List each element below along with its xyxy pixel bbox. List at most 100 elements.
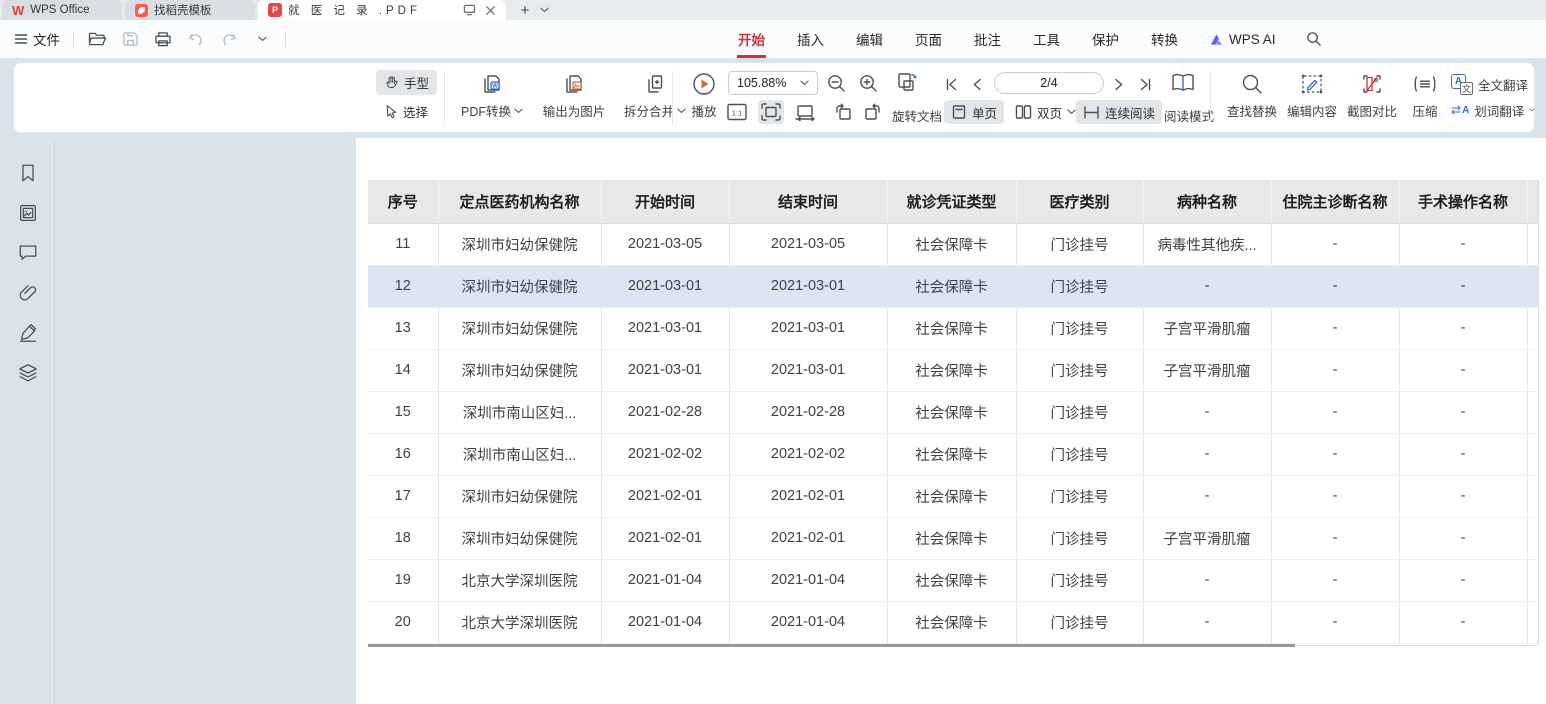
print-icon[interactable] bbox=[153, 29, 173, 49]
next-page-button[interactable] bbox=[1110, 75, 1128, 93]
attachments-panel-icon[interactable] bbox=[17, 282, 39, 304]
compress-label: 压缩 bbox=[1412, 101, 1437, 120]
new-tab-button[interactable]: + bbox=[516, 2, 534, 18]
rotate-left-button[interactable] bbox=[830, 100, 856, 124]
word-translate-button[interactable]: ⇄A 划词翻译 bbox=[1451, 97, 1535, 123]
undo-icon[interactable] bbox=[186, 29, 206, 49]
table-cell: - bbox=[1271, 517, 1399, 559]
fit-page-button[interactable] bbox=[758, 100, 784, 124]
table-cell: 11 bbox=[368, 223, 438, 265]
column-header: 结束时间 bbox=[729, 180, 887, 223]
ribbon-tab-strip: 开始 插入 编辑 页面 批注 工具 保护 转换 WPS AI bbox=[737, 20, 1322, 58]
rotate-right-button[interactable] bbox=[860, 100, 886, 124]
file-menu-label: 文件 bbox=[33, 29, 60, 49]
table-cell bbox=[1527, 265, 1538, 307]
bookmarks-panel-icon[interactable] bbox=[17, 162, 39, 184]
table-row: 15深圳市南山区妇...2021-02-282021-02-28社会保障卡门诊挂… bbox=[368, 391, 1538, 433]
rotate-pages-icon[interactable] bbox=[894, 70, 920, 94]
comments-panel-icon[interactable] bbox=[17, 242, 39, 264]
column-header: 定点医药机构名称 bbox=[438, 180, 601, 223]
file-menu-button[interactable]: 文件 bbox=[14, 29, 60, 49]
compress-button[interactable]: 压缩 bbox=[1402, 69, 1448, 120]
table-cell: 2021-02-28 bbox=[601, 391, 729, 433]
pdf-convert-button[interactable]: W PDF转换 bbox=[452, 69, 532, 120]
table-cell: 门诊挂号 bbox=[1016, 223, 1143, 265]
zoom-in-button[interactable] bbox=[855, 71, 881, 95]
last-page-button[interactable] bbox=[1136, 75, 1154, 93]
thumbnails-panel-icon[interactable] bbox=[17, 202, 39, 224]
table-cell: - bbox=[1399, 475, 1527, 517]
menu-tab-tools[interactable]: 工具 bbox=[1032, 27, 1061, 51]
play-button[interactable]: 播放 bbox=[678, 69, 730, 120]
find-replace-label: 查找替换 bbox=[1227, 101, 1277, 120]
first-page-button[interactable] bbox=[942, 75, 960, 93]
wps-ai-button[interactable]: WPS AI bbox=[1209, 32, 1276, 47]
column-header: 就诊凭证类型 bbox=[887, 180, 1016, 223]
hand-tool-button[interactable]: 手型 bbox=[376, 70, 437, 95]
wps-ai-icon bbox=[1209, 33, 1224, 46]
table-cell: 2021-02-02 bbox=[601, 433, 729, 475]
select-tool-button[interactable]: 选择 bbox=[376, 99, 436, 124]
tab-wps-office[interactable]: W WPS Office bbox=[2, 0, 122, 20]
export-as-image-button[interactable]: 输出为图片 bbox=[532, 69, 616, 120]
menu-tab-home[interactable]: 开始 bbox=[737, 27, 766, 51]
table-cell: - bbox=[1399, 223, 1527, 265]
tab-document[interactable]: P 就 医 记 录 .PDF bbox=[258, 0, 506, 20]
single-page-mode-button[interactable]: 单页 bbox=[944, 100, 1004, 124]
zoom-out-button[interactable] bbox=[823, 71, 849, 95]
table-bottom-border bbox=[368, 644, 1295, 647]
double-page-mode-button[interactable]: 双页 bbox=[1008, 100, 1083, 124]
tab-docer-templates[interactable]: 找稻壳模板 bbox=[125, 0, 255, 20]
save-icon[interactable] bbox=[120, 29, 140, 49]
table-cell bbox=[1527, 349, 1538, 391]
redo-icon[interactable] bbox=[219, 29, 239, 49]
table-cell: - bbox=[1271, 601, 1399, 643]
rotate-document-label[interactable]: 旋转文档 bbox=[892, 106, 942, 125]
word-translate-label: 划词翻译 bbox=[1474, 101, 1524, 120]
table-cell: - bbox=[1271, 349, 1399, 391]
zoom-level-select[interactable]: 105.88% bbox=[728, 71, 818, 95]
table-cell: - bbox=[1399, 391, 1527, 433]
table-cell: 2021-02-02 bbox=[729, 433, 887, 475]
table-cell: - bbox=[1399, 559, 1527, 601]
layers-panel-icon[interactable] bbox=[17, 362, 39, 384]
menubar-search-icon[interactable] bbox=[1306, 31, 1322, 47]
table-cell: 14 bbox=[368, 349, 438, 391]
menu-tab-insert[interactable]: 插入 bbox=[796, 27, 825, 51]
table-cell: - bbox=[1399, 265, 1527, 307]
play-label: 播放 bbox=[691, 101, 716, 120]
screen-cast-icon[interactable] bbox=[463, 4, 476, 16]
pdf-page[interactable]: 序号定点医药机构名称开始时间结束时间就诊凭证类型医疗类别病种名称住院主诊断名称手… bbox=[356, 138, 1546, 704]
quick-access-chevron-icon[interactable] bbox=[252, 29, 272, 49]
table-cell: - bbox=[1271, 391, 1399, 433]
menu-tab-protect[interactable]: 保护 bbox=[1091, 27, 1120, 51]
table-row: 14深圳市妇幼保健院2021-03-012021-03-01社会保障卡门诊挂号子… bbox=[368, 349, 1538, 391]
tab-list-chevron-icon[interactable] bbox=[540, 7, 549, 13]
page-indicator-input[interactable]: 2/4 bbox=[994, 72, 1104, 94]
table-cell: 社会保障卡 bbox=[887, 349, 1016, 391]
menu-tab-convert[interactable]: 转换 bbox=[1150, 27, 1179, 51]
table-cell: 13 bbox=[368, 307, 438, 349]
screenshot-compare-icon bbox=[1337, 69, 1407, 99]
open-folder-icon[interactable] bbox=[87, 29, 107, 49]
menu-tab-annotate[interactable]: 批注 bbox=[973, 27, 1002, 51]
fit-width-button[interactable] bbox=[792, 100, 818, 124]
continuous-read-label: 连续阅读 bbox=[1105, 103, 1155, 122]
full-translate-button[interactable]: A 文 全文翻译 bbox=[1451, 71, 1535, 97]
tab-docer-label: 找稻壳模板 bbox=[154, 2, 212, 18]
table-cell: 深圳市妇幼保健院 bbox=[438, 265, 601, 307]
actual-size-button[interactable]: 1:1 bbox=[724, 100, 750, 124]
menu-tab-edit[interactable]: 编辑 bbox=[855, 27, 884, 51]
read-mode-icon[interactable] bbox=[1166, 69, 1200, 97]
table-cell: - bbox=[1271, 433, 1399, 475]
read-mode-label[interactable]: 阅读模式 bbox=[1164, 106, 1214, 125]
column-header: 医疗类别 bbox=[1016, 180, 1143, 223]
split-merge-label: 拆分合并 bbox=[624, 101, 674, 120]
play-icon bbox=[678, 69, 730, 99]
continuous-read-button[interactable]: 连续阅读 bbox=[1076, 100, 1162, 124]
signature-panel-icon[interactable] bbox=[17, 322, 39, 344]
close-tab-icon[interactable] bbox=[485, 5, 496, 16]
menu-tab-page[interactable]: 页面 bbox=[914, 27, 943, 51]
screenshot-compare-button[interactable]: 截图对比 bbox=[1337, 69, 1407, 120]
previous-page-button[interactable] bbox=[968, 75, 986, 93]
